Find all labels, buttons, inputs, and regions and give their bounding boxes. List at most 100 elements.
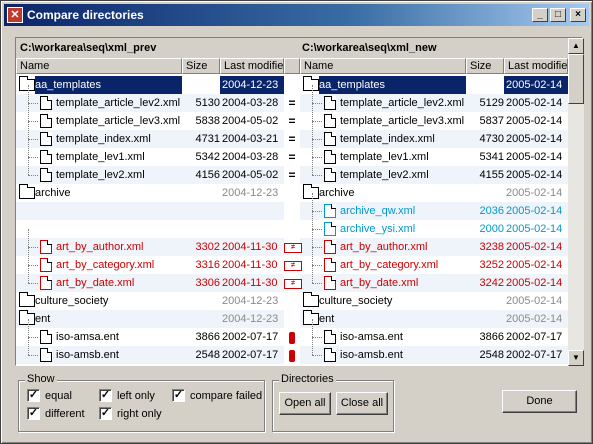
vertical-scrollbar[interactable]: ▲ ▼ bbox=[568, 38, 584, 366]
left-name-cell[interactable]: iso-amsb.ent bbox=[56, 346, 182, 364]
file-icon bbox=[324, 132, 336, 146]
right-name-cell[interactable]: template_article_lev3.xml bbox=[340, 112, 466, 130]
comparison-row[interactable]: culture_society 2004-12-23 culture_society… bbox=[16, 292, 568, 310]
left-name-cell[interactable]: template_lev2.xml bbox=[56, 166, 182, 184]
comparison-row[interactable]: archive 2004-12-23 archive 2005-02-14 bbox=[16, 184, 568, 202]
compare-failed-icon bbox=[284, 328, 300, 346]
left-name-cell[interactable]: aa_templates bbox=[35, 76, 182, 94]
different-checkbox[interactable]: ✓ different bbox=[27, 407, 85, 420]
left-size-cell bbox=[182, 292, 220, 310]
close-all-button[interactable]: Close all bbox=[336, 392, 388, 415]
scroll-down-icon[interactable]: ▼ bbox=[568, 350, 584, 366]
file-icon bbox=[40, 348, 52, 362]
right-date-cell: 2005-02-14 bbox=[506, 97, 563, 109]
row-cell-bg bbox=[182, 220, 220, 238]
comparison-row[interactable]: iso-amsb.ent 2548 2002-07-17 iso-amsb.ent 25… bbox=[16, 337, 568, 364]
comparison-row[interactable]: template_article_lev2.xml 5130 2004-03-28 t… bbox=[16, 85, 568, 112]
file-icon bbox=[324, 276, 336, 290]
right-name-cell[interactable]: iso-amsa.ent bbox=[340, 328, 466, 346]
file-icon bbox=[40, 132, 52, 146]
comparison-row[interactable]: template_lev1.xml 5342 2004-03-28 template_… bbox=[16, 139, 568, 166]
minimize-button[interactable]: _ bbox=[532, 8, 548, 22]
left-size-cell: 5130 bbox=[195, 97, 220, 109]
tree-line bbox=[312, 229, 322, 230]
scroll-thumb[interactable] bbox=[568, 54, 584, 104]
left-name-cell[interactable]: template_article_lev2.xml bbox=[56, 94, 182, 112]
row-cell-bg bbox=[16, 220, 182, 238]
right-col-size[interactable]: Size bbox=[466, 58, 504, 74]
right-name-cell[interactable]: archive bbox=[319, 184, 466, 202]
left-name-cell[interactable]: template_lev1.xml bbox=[56, 148, 182, 166]
tree-line bbox=[312, 121, 313, 139]
right-name-cell[interactable]: iso-amsb.ent bbox=[340, 346, 466, 364]
tree-line bbox=[28, 121, 29, 139]
right-col-modified[interactable]: Last modifie bbox=[504, 58, 568, 74]
close-button[interactable]: × bbox=[570, 8, 586, 22]
left-col-name[interactable]: Name bbox=[16, 58, 182, 74]
file-icon bbox=[324, 114, 336, 128]
comparison-row[interactable]: aa_templates 2004-12-23 aa_templates 2005-0… bbox=[16, 76, 568, 94]
right-name-cell[interactable]: ent bbox=[319, 310, 466, 328]
right-name-cell[interactable]: art_by_date.xml bbox=[340, 274, 466, 292]
right-name-cell[interactable]: archive_ysi.xml bbox=[340, 220, 466, 238]
left-name-cell[interactable]: art_by_category.xml bbox=[56, 256, 182, 274]
file-icon bbox=[324, 150, 336, 164]
tree-line bbox=[28, 337, 29, 355]
right-name-cell[interactable]: culture_society bbox=[319, 292, 466, 310]
title-bar[interactable]: ✕ Compare directories _ □ × bbox=[4, 4, 589, 26]
right-col-name[interactable]: Name bbox=[300, 58, 466, 74]
scroll-up-icon[interactable]: ▲ bbox=[568, 38, 584, 54]
right-name-cell[interactable]: art_by_category.xml bbox=[340, 256, 466, 274]
left-name-cell[interactable]: culture_society bbox=[35, 292, 182, 310]
comparison-row[interactable]: art_by_author.xml 3302 2004-11-30 art_by_au… bbox=[16, 229, 568, 256]
right-only-checkbox[interactable]: ✓ right only bbox=[99, 407, 162, 420]
right-name-cell[interactable]: aa_templates bbox=[319, 76, 466, 94]
left-name-cell[interactable]: template_article_lev3.xml bbox=[56, 112, 182, 130]
left-name-cell[interactable]: art_by_author.xml bbox=[56, 238, 182, 256]
right-name-cell[interactable]: template_lev2.xml bbox=[340, 166, 466, 184]
comparison-row[interactable]: template_lev2.xml 4156 2004-05-02 template_… bbox=[16, 157, 568, 184]
equal-checkbox[interactable]: ✓ equal bbox=[27, 389, 72, 402]
left-size-cell: 3306 bbox=[195, 277, 220, 289]
left-name-cell[interactable]: template_index.xml bbox=[56, 130, 182, 148]
tree-line bbox=[28, 85, 29, 103]
right-size-cell: 4730 bbox=[479, 133, 504, 145]
comparison-row[interactable]: template_article_lev3.xml 5838 2004-05-02 t… bbox=[16, 103, 568, 130]
row-cell-bg bbox=[220, 202, 284, 220]
comparison-row[interactable]: ent 2004-12-23 ent 2005-02-14 bbox=[16, 310, 568, 328]
file-icon bbox=[324, 222, 336, 236]
tree-line bbox=[312, 103, 322, 104]
row-cell-bg bbox=[182, 202, 220, 220]
equal-icon: = bbox=[288, 114, 296, 128]
maximize-button[interactable]: □ bbox=[550, 8, 566, 22]
right-size-cell bbox=[466, 76, 504, 94]
comparison-row[interactable]: iso-amsa.ent 3866 2002-07-17 iso-amsa.ent 38… bbox=[16, 319, 568, 346]
right-name-cell[interactable]: archive_qw.xml bbox=[340, 202, 466, 220]
left-name-cell[interactable]: art_by_date.xml bbox=[56, 274, 182, 292]
comparison-row[interactable]: art_by_category.xml 3316 2004-11-30 art_by_… bbox=[16, 247, 568, 274]
left-name-cell[interactable]: ent bbox=[35, 310, 182, 328]
comparison-row[interactable]: archive_qw.xml 2036 2005-02-14 bbox=[16, 193, 568, 220]
tree-line bbox=[28, 337, 38, 338]
folder-icon bbox=[303, 292, 319, 307]
file-icon bbox=[324, 204, 336, 218]
right-name-cell[interactable]: template_lev1.xml bbox=[340, 148, 466, 166]
right-name-cell[interactable]: template_article_lev2.xml bbox=[340, 94, 466, 112]
comparison-row[interactable]: art_by_date.xml 3306 2004-11-30 art_by_date… bbox=[16, 265, 568, 292]
left-name-cell[interactable]: archive bbox=[35, 184, 182, 202]
left-name-cell[interactable]: iso-amsa.ent bbox=[56, 328, 182, 346]
open-all-button[interactable]: Open all bbox=[279, 392, 331, 415]
tree-line bbox=[28, 283, 38, 284]
done-button[interactable]: Done bbox=[502, 390, 577, 413]
comparison-row[interactable]: template_index.xml 4731 2004-03-21 template… bbox=[16, 121, 568, 148]
left-col-modified[interactable]: Last modifie bbox=[220, 58, 284, 74]
left-only-checkbox[interactable]: ✓ left only bbox=[99, 389, 155, 402]
comparison-row[interactable]: archive_ysi.xml 2000 2005-02-14 bbox=[16, 211, 568, 238]
right-name-cell[interactable]: template_index.xml bbox=[340, 130, 466, 148]
right-date-cell: 2005-02-14 bbox=[506, 223, 563, 235]
right-name-cell[interactable]: art_by_author.xml bbox=[340, 238, 466, 256]
file-icon bbox=[40, 276, 52, 290]
left-date-cell: 2004-11-30 bbox=[222, 259, 278, 271]
left-col-size[interactable]: Size bbox=[182, 58, 220, 74]
compare-failed-checkbox[interactable]: ✓ compare failed bbox=[172, 389, 262, 402]
